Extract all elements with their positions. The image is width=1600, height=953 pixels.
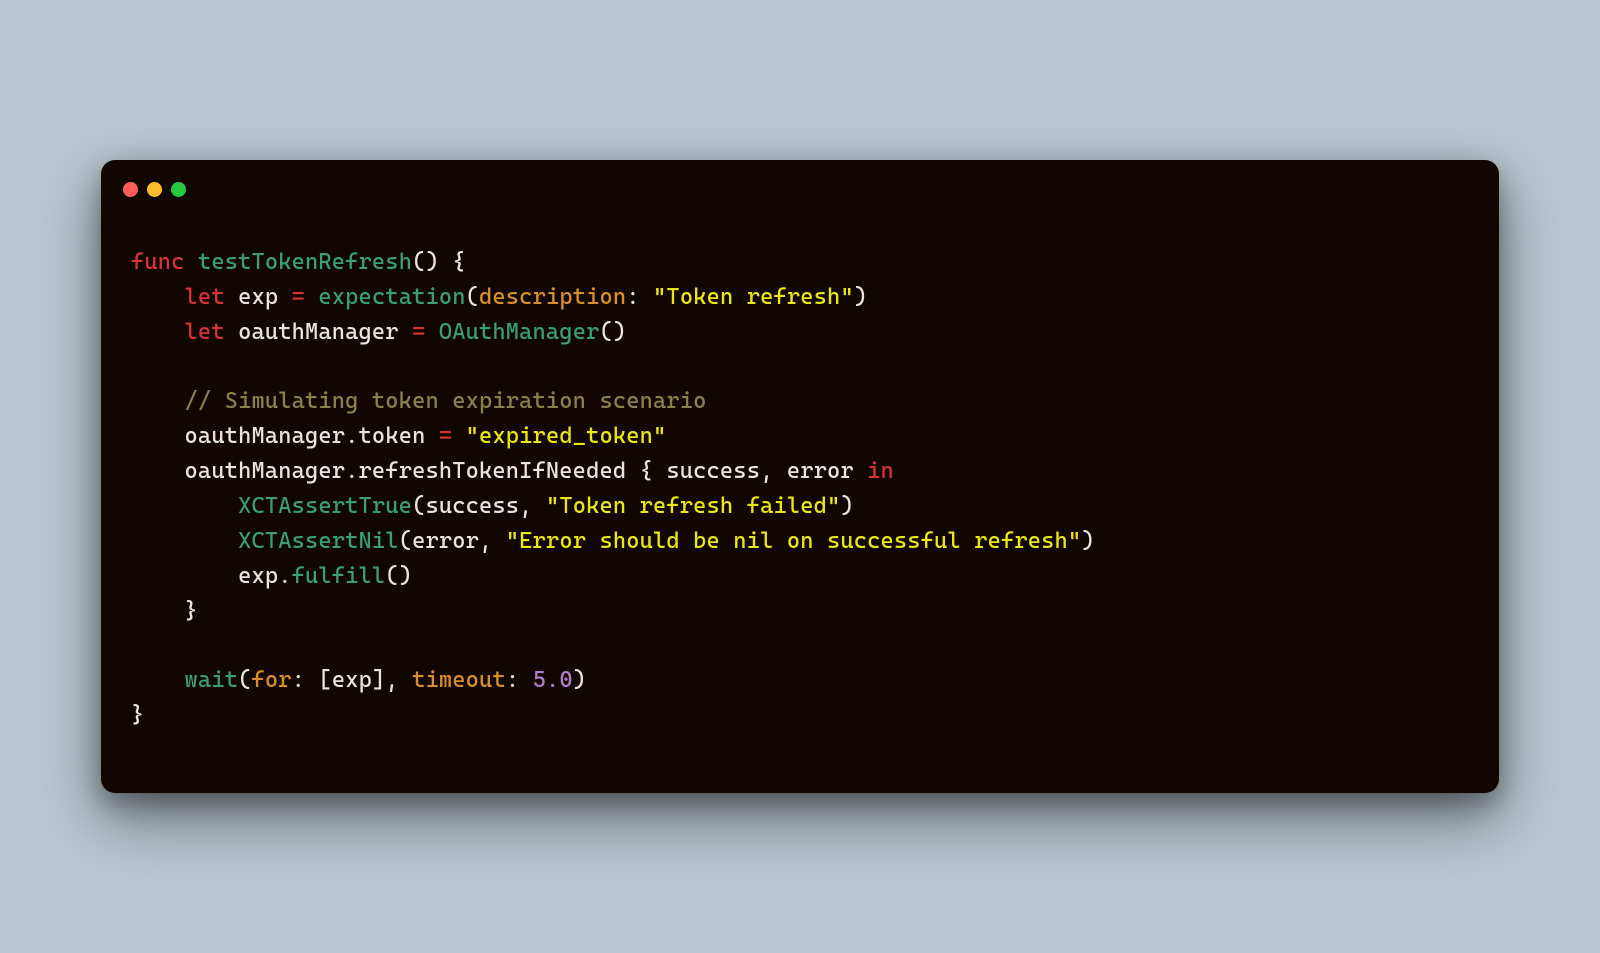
brace: } bbox=[131, 702, 144, 728]
function-name: testTokenRefresh bbox=[198, 249, 412, 275]
indent bbox=[131, 563, 238, 589]
keyword-let: let bbox=[185, 319, 225, 345]
indent bbox=[131, 423, 185, 449]
method: fulfill bbox=[292, 563, 386, 589]
bracket: ] bbox=[372, 667, 385, 693]
indent bbox=[131, 667, 185, 693]
string: "Token refresh" bbox=[653, 284, 854, 310]
paren: ( bbox=[238, 667, 251, 693]
comment: // Simulating token expiration scenario bbox=[185, 388, 707, 414]
paren: ) bbox=[1081, 528, 1094, 554]
colon: : bbox=[626, 284, 653, 310]
indent bbox=[131, 458, 185, 484]
brace: } bbox=[185, 598, 198, 624]
paren: ) bbox=[399, 563, 412, 589]
arg: error bbox=[412, 528, 479, 554]
param-label: description bbox=[479, 284, 626, 310]
variable: exp bbox=[225, 284, 292, 310]
minimize-icon[interactable] bbox=[147, 182, 162, 197]
arg: success bbox=[425, 493, 519, 519]
call: expectation bbox=[318, 284, 465, 310]
closure-param: error bbox=[787, 458, 867, 484]
maximize-icon[interactable] bbox=[171, 182, 186, 197]
number: 5.0 bbox=[533, 667, 573, 693]
comma: , bbox=[519, 493, 546, 519]
object: oauthManager bbox=[185, 423, 346, 449]
string: "expired_token" bbox=[466, 423, 667, 449]
indent bbox=[131, 284, 185, 310]
property: token bbox=[359, 423, 439, 449]
operator-eq: = bbox=[412, 319, 425, 345]
paren: ( bbox=[466, 284, 479, 310]
space bbox=[653, 458, 666, 484]
paren: ( bbox=[412, 249, 425, 275]
close-icon[interactable] bbox=[123, 182, 138, 197]
brace: { bbox=[640, 458, 653, 484]
closure-param: success bbox=[666, 458, 760, 484]
space bbox=[305, 284, 318, 310]
paren: ( bbox=[599, 319, 612, 345]
paren: ) bbox=[854, 284, 867, 310]
string: "Token refresh failed" bbox=[546, 493, 840, 519]
code-block: func testTokenRefresh() { let exp = expe… bbox=[101, 197, 1499, 793]
arg: exp bbox=[332, 667, 372, 693]
string: "Error should be nil on successful refre… bbox=[506, 528, 1082, 554]
type-name: OAuthManager bbox=[439, 319, 600, 345]
dot: . bbox=[345, 423, 358, 449]
colon: : bbox=[506, 667, 533, 693]
keyword-let: let bbox=[185, 284, 225, 310]
space bbox=[425, 319, 438, 345]
variable: oauthManager bbox=[225, 319, 412, 345]
indent bbox=[131, 319, 185, 345]
operator-eq: = bbox=[292, 284, 305, 310]
paren: ( bbox=[412, 493, 425, 519]
param-label: for bbox=[251, 667, 291, 693]
paren: ) bbox=[840, 493, 853, 519]
call: XCTAssertTrue bbox=[238, 493, 412, 519]
dot: . bbox=[278, 563, 291, 589]
window-titlebar bbox=[101, 160, 1499, 197]
comma: , bbox=[760, 458, 787, 484]
keyword-in: in bbox=[867, 458, 894, 484]
comma: , bbox=[385, 667, 412, 693]
method: refreshTokenIfNeeded bbox=[359, 458, 640, 484]
indent bbox=[131, 493, 238, 519]
brace: { bbox=[439, 249, 466, 275]
paren: ( bbox=[399, 528, 412, 554]
code-window: func testTokenRefresh() { let exp = expe… bbox=[101, 160, 1499, 793]
paren: ) bbox=[573, 667, 586, 693]
colon: : bbox=[292, 667, 319, 693]
paren: ) bbox=[613, 319, 626, 345]
space bbox=[452, 423, 465, 449]
call: wait bbox=[185, 667, 239, 693]
paren: ( bbox=[385, 563, 398, 589]
param-label: timeout bbox=[412, 667, 506, 693]
dot: . bbox=[345, 458, 358, 484]
operator-eq: = bbox=[439, 423, 452, 449]
keyword-func: func bbox=[131, 249, 185, 275]
comma: , bbox=[479, 528, 506, 554]
object: oauthManager bbox=[185, 458, 346, 484]
indent bbox=[131, 388, 185, 414]
call: XCTAssertNil bbox=[238, 528, 399, 554]
indent bbox=[131, 528, 238, 554]
paren: ) bbox=[425, 249, 438, 275]
indent bbox=[131, 598, 185, 624]
object: exp bbox=[238, 563, 278, 589]
bracket: [ bbox=[318, 667, 331, 693]
